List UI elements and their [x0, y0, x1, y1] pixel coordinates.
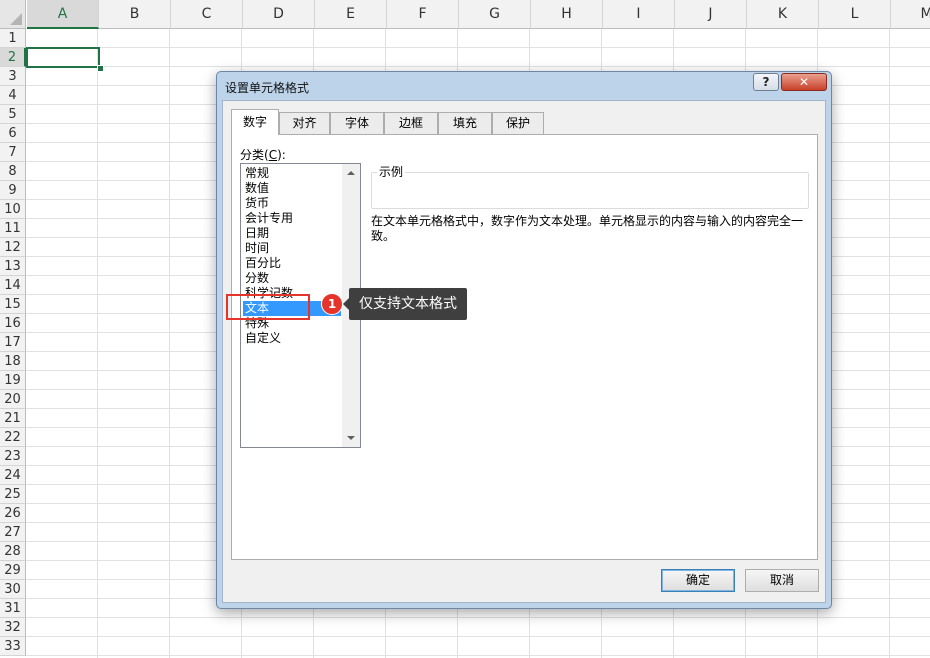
- row-header-19[interactable]: 19: [0, 371, 26, 390]
- row-header-24[interactable]: 24: [0, 466, 26, 485]
- row-header-4[interactable]: 4: [0, 86, 26, 105]
- column-header-f[interactable]: F: [387, 0, 459, 29]
- row-header-14[interactable]: 14: [0, 276, 26, 295]
- column-header-m[interactable]: M: [891, 0, 930, 29]
- fill-handle[interactable]: [97, 65, 104, 72]
- column-header-a[interactable]: A: [27, 0, 99, 29]
- row-header-2[interactable]: 2: [0, 48, 26, 67]
- row-header-27[interactable]: 27: [0, 523, 26, 542]
- row-header-33[interactable]: 33: [0, 637, 26, 656]
- category-item-percentage[interactable]: 百分比: [243, 256, 345, 271]
- category-item-currency[interactable]: 货币: [243, 196, 345, 211]
- category-item-fraction[interactable]: 分数: [243, 271, 345, 286]
- column-header-b[interactable]: B: [99, 0, 171, 29]
- row-header-26[interactable]: 26: [0, 504, 26, 523]
- row-header-17[interactable]: 17: [0, 333, 26, 352]
- annotation-badge: 1: [321, 293, 343, 315]
- column-header-c[interactable]: C: [171, 0, 243, 29]
- category-item-number[interactable]: 数值: [243, 181, 345, 196]
- row-header-5[interactable]: 5: [0, 105, 26, 124]
- ok-button[interactable]: 确定: [661, 569, 735, 592]
- column-header-k[interactable]: K: [747, 0, 819, 29]
- sample-label: 示例: [377, 163, 406, 180]
- row-header-1[interactable]: 1: [0, 29, 26, 48]
- row-header-30[interactable]: 30: [0, 580, 26, 599]
- row-header-23[interactable]: 23: [0, 447, 26, 466]
- row-header-12[interactable]: 12: [0, 238, 26, 257]
- category-item-accounting[interactable]: 会计专用: [243, 211, 345, 226]
- row-header-9[interactable]: 9: [0, 181, 26, 200]
- column-header-i[interactable]: I: [603, 0, 675, 29]
- column-header-e[interactable]: E: [315, 0, 387, 29]
- row-header-21[interactable]: 21: [0, 409, 26, 428]
- dialog-titlebar[interactable]: 设置单元格格式 ? ✕: [217, 72, 831, 100]
- close-button[interactable]: ✕: [781, 73, 827, 91]
- row-header-25[interactable]: 25: [0, 485, 26, 504]
- category-item-general[interactable]: 常规: [243, 166, 345, 181]
- category-item-date[interactable]: 日期: [243, 226, 345, 241]
- column-header-g[interactable]: G: [459, 0, 531, 29]
- format-cells-dialog: 设置单元格格式 ? ✕ 数字 对齐 字体 边框 填充 保护 分类(C): 常规 …: [216, 71, 832, 609]
- row-header-6[interactable]: 6: [0, 124, 26, 143]
- tab-alignment[interactable]: 对齐: [279, 112, 330, 134]
- category-item-custom[interactable]: 自定义: [243, 331, 345, 346]
- column-header-d[interactable]: D: [243, 0, 315, 29]
- active-cell-a2[interactable]: [26, 47, 100, 68]
- column-header-j[interactable]: J: [675, 0, 747, 29]
- row-header-22[interactable]: 22: [0, 428, 26, 447]
- tab-number[interactable]: 数字: [231, 109, 279, 135]
- row-header-18[interactable]: 18: [0, 352, 26, 371]
- row-header-28[interactable]: 28: [0, 542, 26, 561]
- annotation-highlight-box: [226, 294, 310, 320]
- row-header-20[interactable]: 20: [0, 390, 26, 409]
- annotation-callout: 仅支持文本格式: [349, 288, 467, 320]
- row-header-11[interactable]: 11: [0, 219, 26, 238]
- tab-border[interactable]: 边框: [384, 112, 438, 134]
- category-label: 分类(C):: [240, 148, 286, 162]
- column-header-h[interactable]: H: [531, 0, 603, 29]
- row-header-8[interactable]: 8: [0, 162, 26, 181]
- scroll-down-arrow-icon[interactable]: [347, 436, 355, 440]
- sample-groupbox: [371, 172, 809, 209]
- row-header-16[interactable]: 16: [0, 314, 26, 333]
- category-item-time[interactable]: 时间: [243, 241, 345, 256]
- row-header-10[interactable]: 10: [0, 200, 26, 219]
- column-header-l[interactable]: L: [819, 0, 891, 29]
- dialog-client-area: 数字 对齐 字体 边框 填充 保护 分类(C): 常规 数值 货币 会计专用 日…: [222, 100, 826, 603]
- row-header-32[interactable]: 32: [0, 618, 26, 637]
- tab-protection[interactable]: 保护: [492, 112, 544, 134]
- row-header-7[interactable]: 7: [0, 143, 26, 162]
- select-all-corner[interactable]: [0, 0, 26, 29]
- category-accelerator-key: C: [268, 148, 278, 162]
- scroll-up-arrow-icon[interactable]: [347, 171, 355, 175]
- tab-fill[interactable]: 填充: [438, 112, 492, 134]
- format-description: 在文本单元格格式中，数字作为文本处理。单元格显示的内容与输入的内容完全一致。: [371, 214, 804, 243]
- row-header-3[interactable]: 3: [0, 67, 26, 86]
- select-all-triangle-icon: [10, 13, 22, 25]
- row-header-13[interactable]: 13: [0, 257, 26, 276]
- row-header-29[interactable]: 29: [0, 561, 26, 580]
- tab-font[interactable]: 字体: [330, 112, 384, 134]
- cancel-button[interactable]: 取消: [745, 569, 819, 592]
- help-button[interactable]: ?: [753, 73, 779, 91]
- dialog-title: 设置单元格格式: [225, 81, 310, 95]
- number-tab-panel: 分类(C): 常规 数值 货币 会计专用 日期 时间 百分比 分数 科学记数 文…: [231, 134, 818, 560]
- row-header-15[interactable]: 15: [0, 295, 26, 314]
- row-header-31[interactable]: 31: [0, 599, 26, 618]
